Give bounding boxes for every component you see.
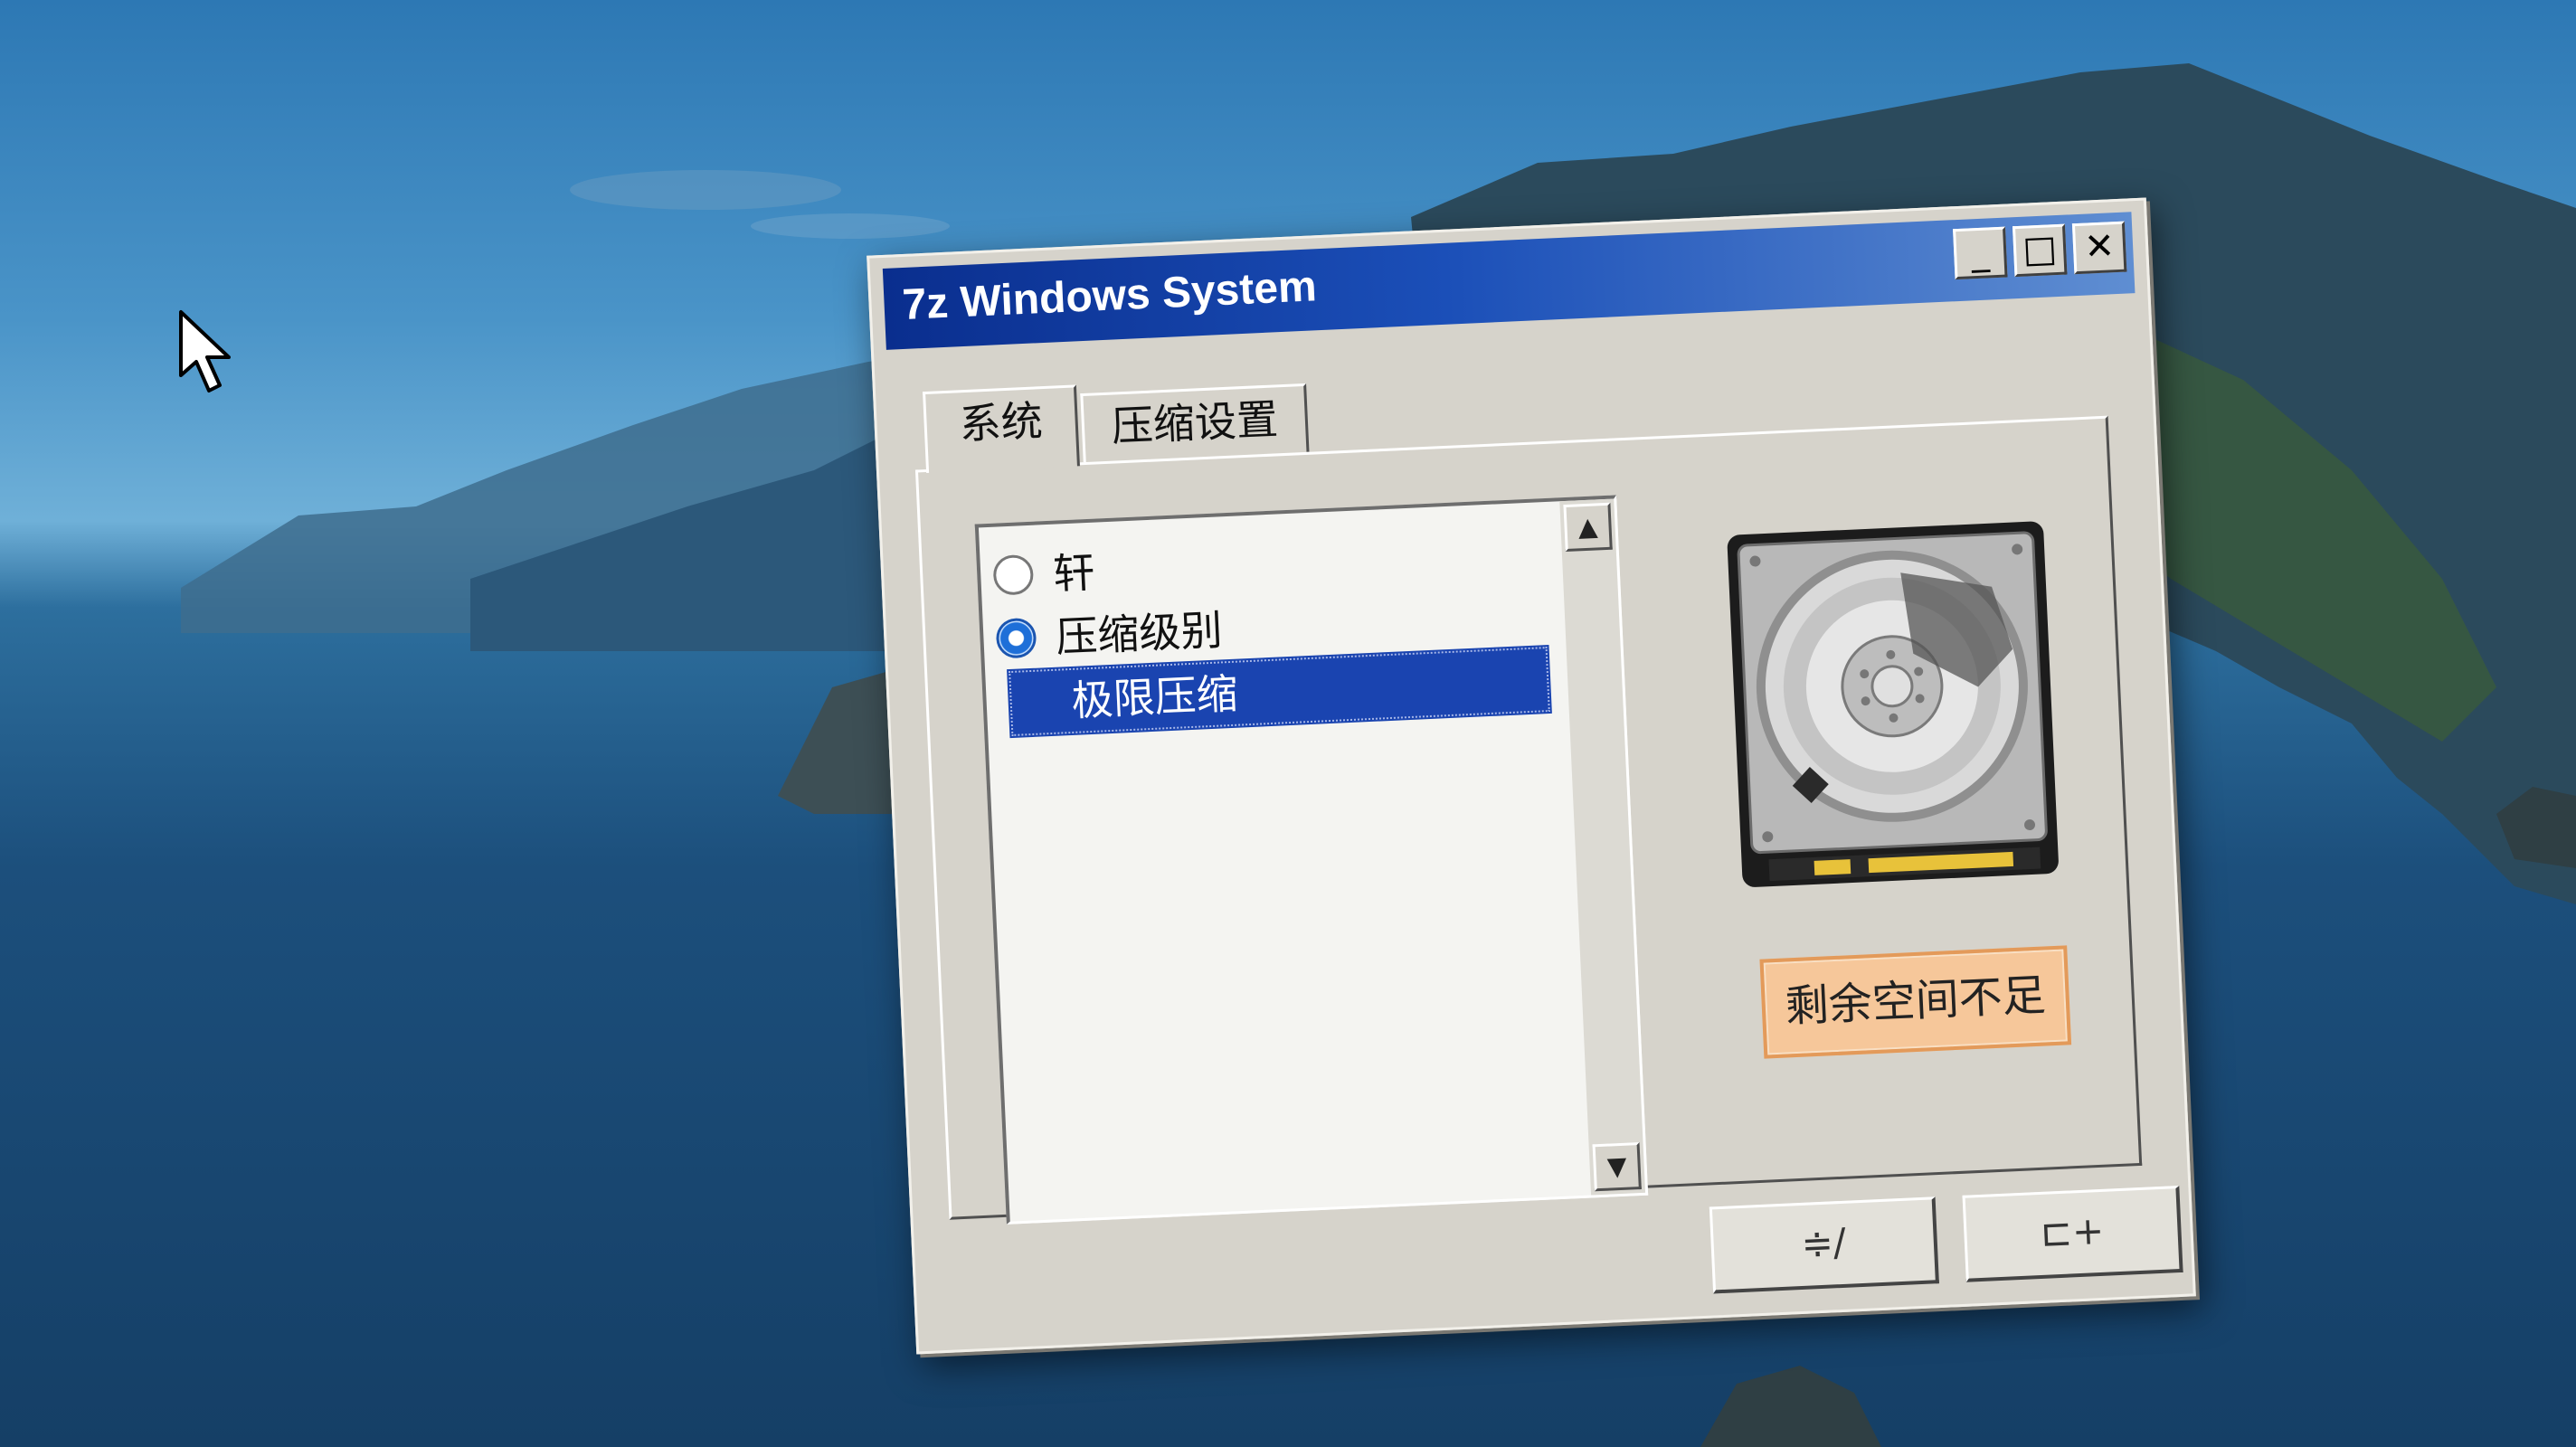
- ok-button[interactable]: ≑∕: [1709, 1196, 1939, 1294]
- scroll-down-arrow-icon[interactable]: ▼: [1592, 1141, 1642, 1192]
- minimize-button[interactable]: _: [1953, 226, 2008, 280]
- list-item-compression-level[interactable]: 压缩级别: [995, 605, 1224, 672]
- list-item-axis[interactable]: 轩: [992, 545, 1096, 609]
- vertical-scrollbar[interactable]: ▲ ▼: [1559, 498, 1646, 1196]
- window-title: 7z Windows System: [901, 262, 1318, 329]
- tab-system[interactable]: 系统: [923, 384, 1080, 473]
- list-item-label: 轩: [1052, 547, 1096, 599]
- scroll-up-arrow-icon[interactable]: ▲: [1563, 502, 1613, 553]
- tab-compression-settings[interactable]: 压缩设置: [1080, 383, 1310, 463]
- maximize-button[interactable]: □: [2012, 223, 2068, 278]
- mouse-pointer-icon: [179, 310, 231, 392]
- radio-button-checked[interactable]: [995, 617, 1037, 659]
- options-listbox[interactable]: 轩 压缩级别 极限压缩 ▲ ▼: [974, 495, 1649, 1225]
- close-button[interactable]: ✕: [2071, 221, 2127, 275]
- compression-dialog-window: 7z Windows System _ □ ✕ 系统 压缩设置 轩 压缩级别 极…: [867, 197, 2196, 1355]
- radio-button-unchecked[interactable]: [992, 553, 1035, 596]
- desktop-wallpaper: 7z Windows System _ □ ✕ 系统 压缩设置 轩 压缩级别 极…: [0, 0, 2576, 1447]
- list-item-label: 压缩级别: [1055, 605, 1224, 662]
- cancel-button[interactable]: ⊏+: [1962, 1185, 2183, 1282]
- low-disk-space-warning: 剩余空间不足: [1759, 945, 2072, 1059]
- tab-panel: 轩 压缩级别 极限压缩 ▲ ▼ 剩余空间不足: [914, 415, 2143, 1225]
- hard-disk-icon: [1727, 521, 2059, 887]
